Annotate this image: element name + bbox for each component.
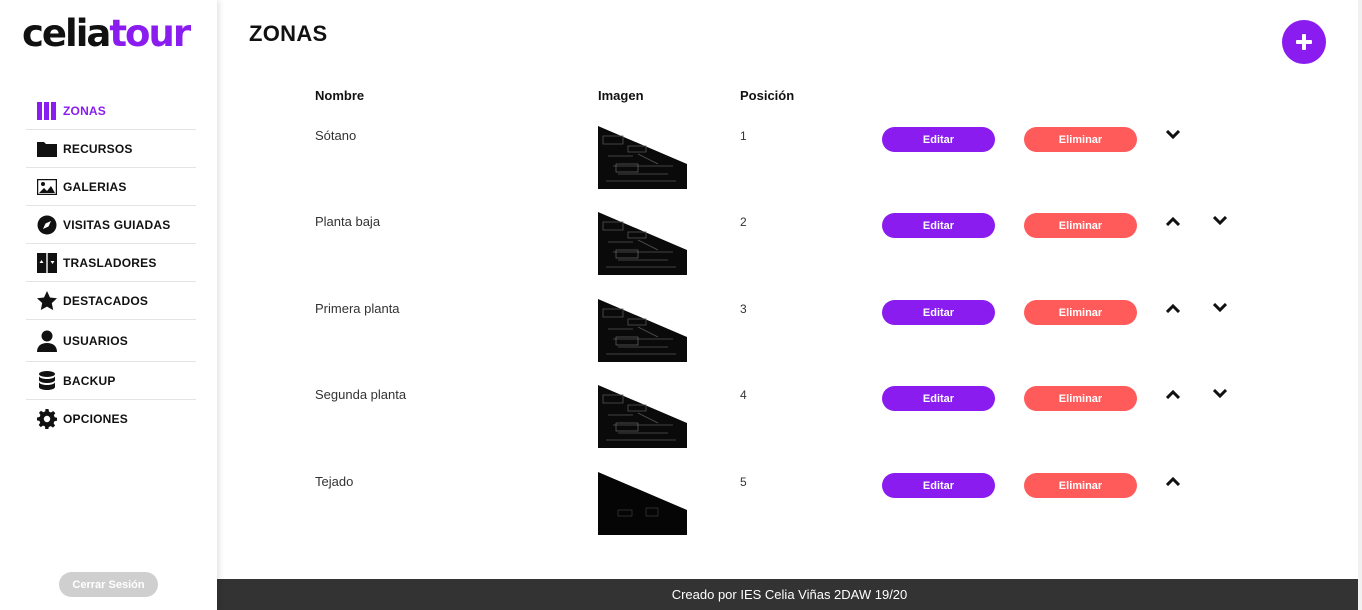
zone-thumbnail[interactable]: [598, 385, 687, 448]
edit-button[interactable]: Editar: [882, 213, 995, 238]
move-down-icon[interactable]: [1212, 387, 1228, 399]
zone-position: 2: [740, 215, 747, 229]
zone-position: 3: [740, 302, 747, 316]
zone-name: Segunda planta: [315, 387, 407, 402]
database-icon: [36, 370, 58, 392]
logout-button[interactable]: Cerrar Sesión: [59, 572, 158, 597]
footer-text: Creado por IES Celia Viñas 2DAW 19/20: [671, 587, 908, 602]
delete-button[interactable]: Eliminar: [1024, 213, 1137, 238]
plus-icon: [1296, 34, 1312, 50]
sidebar-item-visitas-guiadas[interactable]: VISITAS GUIADAS: [26, 206, 196, 244]
logo-text-celia: celia: [22, 12, 111, 55]
sidebar-nav: ZONAS RECURSOS GALERIAS VISITAS GUIADAS …: [26, 92, 196, 438]
sidebar-item-label: RECURSOS: [63, 141, 133, 156]
delete-button[interactable]: Eliminar: [1024, 386, 1137, 411]
move-down-icon[interactable]: [1212, 301, 1228, 313]
footer: Creado por IES Celia Viñas 2DAW 19/20: [217, 579, 1362, 610]
sidebar-item-label: BACKUP: [63, 373, 116, 388]
column-header-image: Imagen: [598, 88, 644, 103]
compass-icon: [36, 214, 58, 236]
move-down-icon[interactable]: [1165, 128, 1181, 140]
gear-icon: [36, 408, 58, 430]
zone-thumbnail[interactable]: [598, 212, 687, 275]
move-up-icon[interactable]: [1165, 388, 1181, 400]
edit-button[interactable]: Editar: [882, 300, 995, 325]
move-up-icon[interactable]: [1165, 215, 1181, 227]
sidebar-item-destacados[interactable]: DESTACADOS: [26, 282, 196, 320]
logo[interactable]: celiatour: [22, 12, 191, 56]
column-header-name: Nombre: [315, 88, 365, 103]
sidebar-item-label: DESTACADOS: [63, 293, 149, 308]
zone-thumbnail[interactable]: [598, 126, 687, 189]
delete-button[interactable]: Eliminar: [1024, 300, 1137, 325]
sidebar-item-trasladores[interactable]: TRASLADORES: [26, 244, 196, 282]
sidebar-item-label: VISITAS GUIADAS: [63, 217, 171, 232]
sidebar-item-label: ZONAS: [63, 103, 106, 118]
zone-name: Planta baja: [315, 214, 381, 229]
star-icon: [36, 290, 58, 312]
move-down-icon[interactable]: [1212, 214, 1228, 226]
sidebar-item-label: OPCIONES: [63, 412, 128, 426]
edit-button[interactable]: Editar: [882, 473, 995, 498]
sidebar-item-recursos[interactable]: RECURSOS: [26, 130, 196, 168]
folder-icon: [36, 138, 58, 160]
scrollbar[interactable]: [1358, 0, 1362, 610]
zone-thumbnail[interactable]: [598, 299, 687, 362]
elevator-icon: [36, 252, 58, 274]
page-title: ZONAS: [249, 21, 328, 46]
user-icon: [36, 330, 58, 352]
move-up-icon[interactable]: [1165, 475, 1181, 487]
edit-button[interactable]: Editar: [882, 386, 995, 411]
zone-position: 5: [740, 475, 747, 489]
columns-icon: [36, 100, 58, 122]
column-header-position: Posición: [740, 88, 795, 103]
sidebar-item-backup[interactable]: BACKUP: [26, 362, 196, 400]
edit-button[interactable]: Editar: [882, 127, 995, 152]
add-zone-button[interactable]: [1282, 20, 1326, 64]
sidebar-item-label: GALERIAS: [63, 179, 127, 194]
zone-name: Primera planta: [315, 301, 400, 316]
zone-thumbnail[interactable]: [598, 472, 687, 535]
sidebar-item-usuarios[interactable]: USUARIOS: [26, 320, 196, 362]
delete-button[interactable]: Eliminar: [1024, 473, 1137, 498]
zone-position: 1: [740, 129, 747, 143]
sidebar-item-galerias[interactable]: GALERIAS: [26, 168, 196, 206]
sidebar-item-label: TRASLADORES: [63, 255, 157, 270]
delete-button[interactable]: Eliminar: [1024, 127, 1137, 152]
zone-name: Sótano: [315, 128, 357, 143]
zone-position: 4: [740, 388, 747, 402]
sidebar-item-opciones[interactable]: OPCIONES: [26, 400, 196, 438]
sidebar-item-zonas[interactable]: ZONAS: [26, 92, 196, 130]
logo-text-tour: tour: [109, 12, 191, 55]
zone-name: Tejado: [315, 474, 354, 489]
sidebar: celiatour ZONAS RECURSOS GALERIAS VISITA…: [0, 0, 217, 610]
image-icon: [36, 176, 58, 198]
move-up-icon[interactable]: [1165, 302, 1181, 314]
sidebar-item-label: USUARIOS: [63, 333, 128, 348]
